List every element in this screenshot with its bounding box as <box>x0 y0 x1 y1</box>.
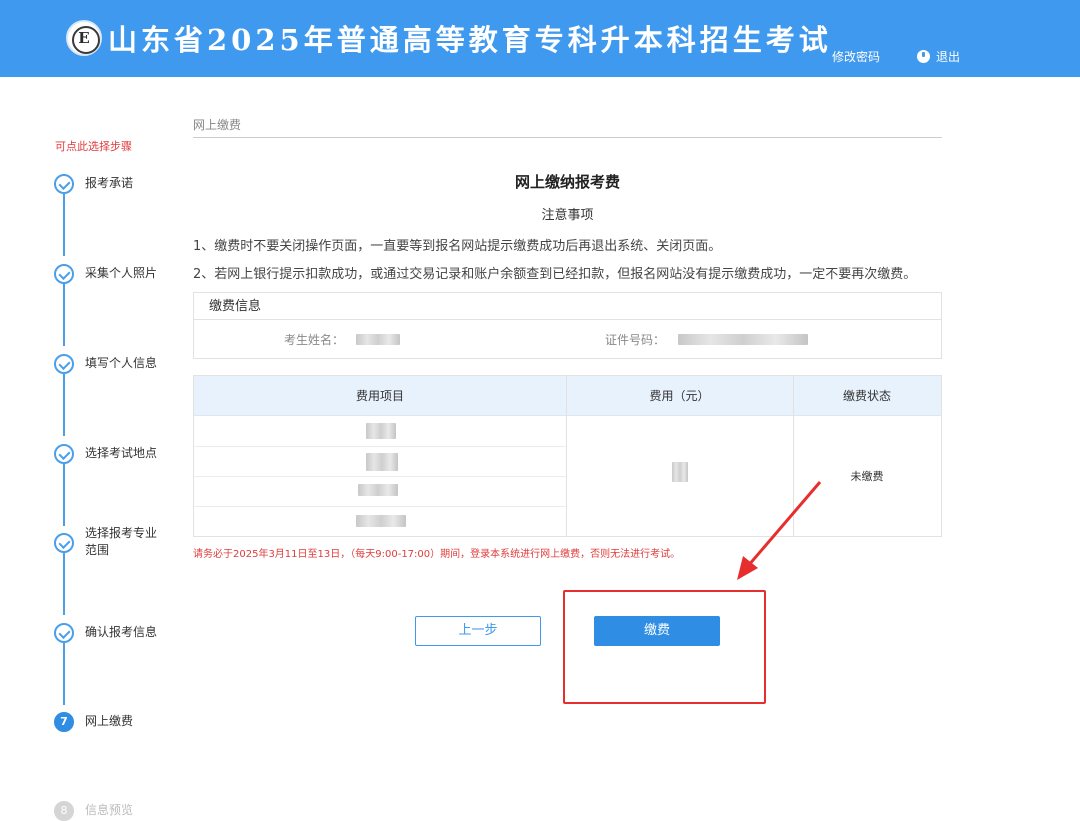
page-title: 网上缴纳报考费 <box>514 173 620 191</box>
step-check-icon[interactable] <box>54 264 74 284</box>
name-label: 考生姓名： <box>284 333 345 347</box>
notice-item-1: 1、缴费时不要关闭操作页面，一直要等到报名网站提示缴费成功后再退出系统、关闭页面… <box>193 239 722 254</box>
power-icon[interactable] <box>917 50 930 63</box>
id-label: 证件号码： <box>605 333 666 347</box>
fee-item-redacted <box>366 453 398 471</box>
step-check-icon[interactable] <box>54 174 74 194</box>
fee-item-redacted <box>358 484 398 496</box>
id-value-redacted <box>678 334 808 345</box>
step-number-icon[interactable]: 7 <box>54 712 74 732</box>
step-check-icon[interactable] <box>54 444 74 464</box>
step-connector <box>63 284 65 346</box>
top-header: E 山东省2025年普通高等教育专科升本科招生考试 修改密码 退出 <box>0 0 1080 77</box>
step-item-personal-info[interactable]: 填写个人信息 <box>85 355 165 372</box>
step-item-photo[interactable]: 采集个人照片 <box>85 265 165 282</box>
steps-hint: 可点此选择步骤 <box>55 140 132 153</box>
step-item-online-payment[interactable]: 网上缴费 <box>85 713 165 730</box>
row-divider <box>194 476 566 477</box>
row-divider <box>194 446 566 447</box>
fee-amount-redacted <box>672 462 688 482</box>
step-connector <box>63 553 65 615</box>
notice-title: 注意事项 <box>541 208 594 223</box>
step-connector <box>63 374 65 436</box>
th-fee-amount: 费用（元） <box>649 389 710 403</box>
th-fee-status: 缴费状态 <box>842 389 891 403</box>
annotation-highlight-box <box>563 590 766 704</box>
fee-table-header: 费用项目 费用（元） 缴费状态 <box>194 376 941 416</box>
step-item-preview: 信息预览 <box>85 803 134 817</box>
exam-logo-icon: E <box>66 20 102 56</box>
step-item-major-range[interactable]: 选择报考专业范围 <box>85 525 165 559</box>
logo-letter: E <box>78 29 90 47</box>
step-item-commitment[interactable]: 报考承诺 <box>85 175 165 192</box>
breadcrumb: 网上缴费 <box>193 118 242 132</box>
column-divider <box>793 376 794 536</box>
step-connector <box>63 194 65 256</box>
step-item-confirm[interactable]: 确认报考信息 <box>85 624 165 641</box>
step-connector <box>63 643 65 705</box>
name-value-redacted <box>356 334 400 345</box>
step-check-icon[interactable] <box>54 623 74 643</box>
change-password-link[interactable]: 修改密码 <box>832 48 880 65</box>
fee-item-redacted <box>366 423 396 439</box>
column-divider <box>566 376 567 536</box>
fee-item-redacted <box>356 515 406 527</box>
step-connector <box>63 464 65 526</box>
step-item-exam-location[interactable]: 选择考试地点 <box>85 445 165 462</box>
th-fee-item: 费用项目 <box>355 389 404 403</box>
row-divider <box>194 506 566 507</box>
deadline-warning: 请务必于2025年3月11日至13日，（每天9:00-17:00）期间，登录本系… <box>193 549 681 560</box>
step-check-icon[interactable] <box>54 354 74 374</box>
step-check-icon[interactable] <box>54 533 74 553</box>
fee-status-cell: 未缴费 <box>850 470 884 483</box>
payment-info-heading: 缴费信息 <box>194 293 941 320</box>
breadcrumb-divider <box>193 137 942 138</box>
payment-info-panel: 缴费信息 考生姓名： 证件号码： <box>193 292 942 359</box>
notice-item-2: 2、若网上银行提示扣款成功，或通过交易记录和账户余额查到已经扣款，但报名网站没有… <box>193 267 917 282</box>
fee-table: 费用项目 费用（元） 缴费状态 未缴费 <box>193 375 942 537</box>
previous-step-button[interactable]: 上一步 <box>415 616 541 646</box>
step-number-icon: 8 <box>54 801 74 821</box>
site-title: 山东省2025年普通高等教育专科升本科招生考试 <box>108 23 832 57</box>
logout-link[interactable]: 退出 <box>936 48 960 65</box>
